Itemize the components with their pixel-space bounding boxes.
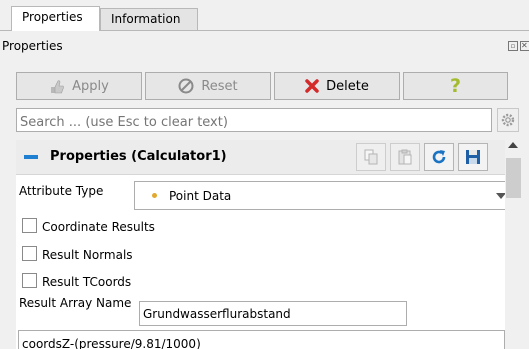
attribute-type-select[interactable]: Point Data (134, 181, 505, 210)
delete-button[interactable]: Delete (274, 72, 400, 100)
properties-panel: Properties (Calculator1) Attribute Type … (16, 140, 505, 349)
section-title: Properties (Calculator1) (50, 149, 227, 164)
copy-icon (364, 149, 378, 165)
dock-title: Properties (2, 39, 63, 53)
scroll-up-icon[interactable] (508, 142, 518, 148)
help-icon: ? (449, 75, 462, 97)
gear-icon (501, 113, 515, 127)
scroll-thumb[interactable] (506, 158, 521, 198)
tab-properties-label: Properties (22, 10, 83, 24)
result-array-name-value: Grundwasserflurabstand (143, 307, 291, 321)
apply-label: Apply (72, 78, 109, 94)
delete-icon (305, 79, 319, 93)
result-normals-checkbox[interactable] (22, 246, 37, 261)
tab-information-label: Information (111, 12, 181, 26)
result-array-name-label: Result Array Name (19, 296, 132, 310)
expression-input[interactable]: coordsZ-(pressure/9.81/1000) (18, 330, 505, 349)
apply-icon (49, 78, 65, 94)
tab-bar: Properties Information (0, 0, 529, 31)
toolbar: Apply Reset Delete ? (16, 72, 508, 100)
reset-label: Reset (201, 78, 238, 94)
save-icon (466, 150, 480, 164)
result-tcoords-checkbox[interactable] (22, 273, 37, 288)
point-data-icon (152, 193, 157, 198)
search-input[interactable] (16, 108, 492, 132)
advanced-settings-button[interactable] (497, 108, 519, 132)
vertical-scrollbar[interactable] (505, 140, 522, 349)
apply-button[interactable]: Apply (16, 72, 142, 100)
coordinate-results-checkbox[interactable] (22, 218, 37, 233)
result-array-name-input[interactable]: Grundwasserflurabstand (139, 301, 407, 326)
attribute-type-label: Attribute Type (19, 184, 104, 198)
attribute-type-value: Point Data (169, 189, 232, 203)
chevron-down-icon (496, 193, 505, 199)
close-icon[interactable]: ✕ (520, 41, 529, 51)
section-header[interactable]: Properties (Calculator1) (16, 140, 505, 175)
save-defaults-button[interactable] (458, 143, 488, 171)
tab-properties[interactable]: Properties (11, 6, 100, 31)
result-tcoords-label: Result TCoords (42, 275, 132, 289)
reload-button[interactable] (424, 143, 454, 171)
collapse-minus-icon[interactable] (24, 155, 38, 159)
paste-icon (398, 149, 412, 165)
copy-properties-button[interactable] (356, 143, 386, 171)
paste-properties-button[interactable] (390, 143, 420, 171)
reload-icon (432, 150, 446, 164)
result-normals-label: Result Normals (42, 248, 133, 262)
coordinate-results-label: Coordinate Results (42, 220, 155, 234)
reset-button[interactable]: Reset (145, 72, 271, 100)
dock-titlebar: Properties ▫ ✕ (0, 30, 529, 64)
delete-label: Delete (326, 78, 369, 94)
reset-icon (178, 78, 194, 94)
help-button[interactable]: ? (403, 72, 508, 100)
tab-information[interactable]: Information (100, 8, 198, 30)
expression-value: coordsZ-(pressure/9.81/1000) (22, 337, 201, 349)
float-icon[interactable]: ▫ (508, 41, 518, 51)
